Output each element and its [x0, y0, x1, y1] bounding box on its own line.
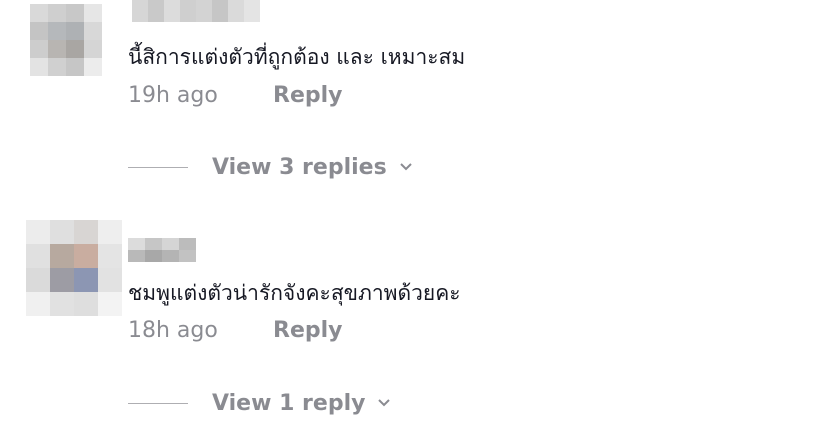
view-replies-button[interactable]: View 1 reply — [128, 388, 391, 418]
divider-line — [128, 166, 188, 168]
chevron-down-icon — [399, 163, 412, 171]
comment-meta: 18h ago Reply — [128, 318, 343, 344]
avatar[interactable] — [30, 4, 102, 76]
comment-timestamp: 19h ago — [128, 83, 218, 108]
divider-line — [128, 402, 188, 404]
comment-meta: 19h ago Reply — [128, 83, 343, 109]
view-replies-label: View 3 replies — [212, 154, 387, 180]
avatar[interactable] — [26, 220, 122, 316]
reply-button[interactable]: Reply — [273, 83, 343, 109]
chevron-down-icon — [378, 399, 391, 407]
comment-text: ชมพูแต่งตัวน่ารักจังคะสุขภาพด้วยคะ — [128, 281, 461, 305]
comment-timestamp: 18h ago — [128, 318, 218, 343]
username-blurred[interactable] — [132, 0, 260, 22]
comment-item: นี้สิการแต่งตัวที่ถูกต้อง และ เหมาะสม 19… — [0, 0, 820, 200]
username-blurred[interactable] — [128, 238, 196, 262]
comment-text: นี้สิการแต่งตัวที่ถูกต้อง และ เหมาะสม — [128, 45, 466, 69]
view-replies-label: View 1 reply — [212, 390, 366, 416]
view-replies-button[interactable]: View 3 replies — [128, 152, 413, 182]
reply-button[interactable]: Reply — [273, 318, 343, 344]
comment-item: ชมพูแต่งตัวน่ารักจังคะสุขภาพด้วยคะ 18h a… — [0, 200, 820, 431]
